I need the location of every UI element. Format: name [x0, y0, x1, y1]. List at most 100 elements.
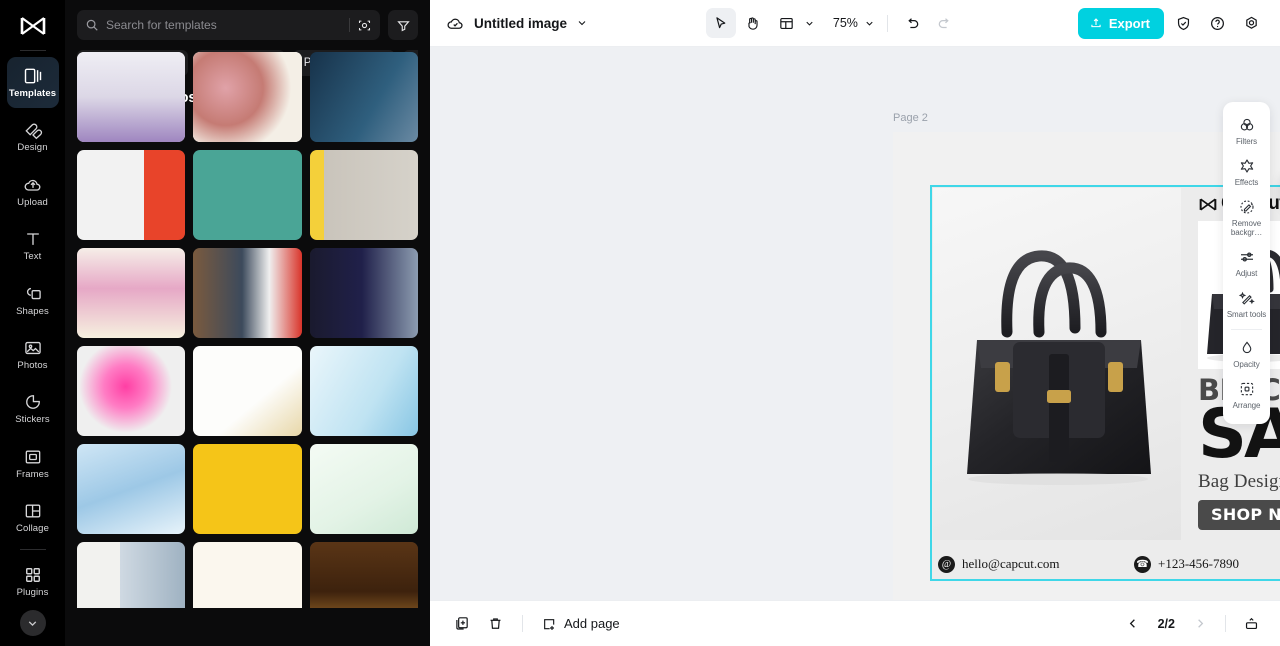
- left-rail: Templates Design Upload Text Shapes Phot…: [0, 0, 65, 646]
- sidebar-item-templates[interactable]: Templates: [6, 56, 59, 109]
- template-card[interactable]: [193, 346, 302, 436]
- template-card[interactable]: [77, 444, 186, 534]
- sidebar-item-design[interactable]: Design: [7, 111, 59, 162]
- image-search-icon[interactable]: [357, 18, 372, 33]
- search-input-wrap[interactable]: [77, 10, 380, 40]
- next-page-button[interactable]: [1185, 609, 1215, 639]
- tool-filters[interactable]: Filters: [1225, 110, 1268, 151]
- template-card[interactable]: [309, 542, 418, 608]
- templates-icon: [24, 68, 41, 84]
- layout-button-inner[interactable]: [772, 8, 802, 38]
- redo-icon: [939, 17, 950, 28]
- template-card[interactable]: [193, 542, 302, 608]
- template-card[interactable]: [77, 150, 186, 240]
- photos-icon: [24, 341, 41, 355]
- tool-effects[interactable]: Effects: [1225, 151, 1268, 192]
- chevron-left-icon: [1129, 619, 1135, 628]
- hand-icon: [748, 16, 759, 30]
- template-card[interactable]: [193, 150, 302, 240]
- opacity-drop-icon: [1242, 341, 1251, 354]
- template-card[interactable]: [193, 52, 302, 142]
- template-card[interactable]: [77, 52, 186, 142]
- toolbar-actions: Export: [1077, 7, 1266, 39]
- page-label: Page 2: [893, 112, 928, 124]
- sidebar-item-label: Frames: [16, 468, 49, 480]
- prev-page-button[interactable]: [1118, 609, 1148, 639]
- capcut-editor: Templates Design Upload Text Shapes Phot…: [0, 0, 1280, 646]
- chevron-down-icon[interactable]: [576, 17, 588, 29]
- delete-page-button[interactable]: [480, 609, 510, 639]
- sidebar-item-frames[interactable]: Frames: [7, 438, 59, 489]
- tool-smart-tools[interactable]: Smart tools: [1225, 283, 1268, 324]
- shield-check-icon: [1177, 16, 1189, 30]
- duplicate-page-button[interactable]: [446, 609, 476, 639]
- settings-button[interactable]: [1236, 8, 1266, 38]
- export-button[interactable]: Export: [1077, 7, 1164, 39]
- undo-button[interactable]: [898, 8, 928, 38]
- add-page-button[interactable]: Add page: [535, 616, 626, 632]
- sidebar-item-label: Text: [23, 251, 42, 263]
- tool-remove-background[interactable]: Remove backgr…: [1225, 192, 1268, 242]
- template-card[interactable]: [193, 444, 302, 534]
- contact-text: hello@capcut.com: [962, 556, 1060, 571]
- sidebar-item-collage[interactable]: Collage: [7, 492, 59, 543]
- template-card[interactable]: [77, 542, 186, 608]
- template-card[interactable]: [309, 346, 418, 436]
- canvas-area[interactable]: Page 2 SA Bag Desig SHOP N @ hello@capcu…: [430, 47, 1280, 600]
- email-icon: @: [938, 555, 955, 573]
- text-icon: [26, 233, 39, 245]
- tool-label: Adjust: [1235, 269, 1258, 278]
- undo-icon: [908, 17, 919, 28]
- zoom-control[interactable]: 75%: [827, 16, 877, 30]
- capcut-logo-icon[interactable]: [13, 8, 53, 44]
- search-input[interactable]: [106, 18, 342, 32]
- upload-cloud-icon: [24, 179, 40, 191]
- document-title[interactable]: Untitled image: [446, 14, 588, 33]
- template-card[interactable]: [77, 346, 186, 436]
- sidebar-item-text[interactable]: Text: [7, 220, 59, 271]
- main-area: Untitled image 75% Export Page 2 SA Bag …: [430, 0, 1280, 646]
- filter-button[interactable]: [388, 10, 418, 40]
- tool-arrange[interactable]: Arrange: [1225, 374, 1268, 415]
- tool-adjust[interactable]: Adjust: [1225, 242, 1268, 283]
- tool-label: Smart tools: [1226, 310, 1267, 319]
- zoom-level: 75%: [832, 16, 858, 30]
- contact-bar: @ hello@capcut.com ☎ +123-456-7890 ◉ www…: [930, 547, 1280, 581]
- select-tool-button[interactable]: [705, 8, 736, 38]
- layout-tool-button[interactable]: [770, 8, 817, 38]
- sidebar-item-stickers[interactable]: Stickers: [7, 383, 59, 434]
- redo-button[interactable]: [930, 8, 960, 38]
- sidebar-item-upload[interactable]: Upload: [7, 165, 59, 216]
- template-card[interactable]: [193, 248, 302, 338]
- hand-tool-button[interactable]: [738, 8, 768, 38]
- sidebar-item-photos[interactable]: Photos: [7, 329, 59, 380]
- frames-icon: [25, 450, 40, 464]
- template-grid: [65, 52, 430, 608]
- sidebar-item-label: Plugins: [16, 586, 49, 598]
- cta-button[interactable]: SHOP NOW: [1198, 500, 1280, 530]
- trash-icon: [490, 618, 500, 629]
- template-card[interactable]: [309, 248, 418, 338]
- sidebar-item-label: Upload: [17, 196, 48, 208]
- chevron-down-icon[interactable]: [19, 610, 46, 636]
- shield-button[interactable]: [1168, 8, 1198, 38]
- sidebar-item-label: Design: [17, 142, 48, 154]
- help-button[interactable]: [1202, 8, 1232, 38]
- tool-opacity[interactable]: Opacity: [1225, 333, 1268, 374]
- template-card[interactable]: [309, 150, 418, 240]
- template-card[interactable]: [77, 248, 186, 338]
- sidebar-item-plugins[interactable]: Plugins: [7, 556, 59, 607]
- chevron-down-icon: [806, 21, 813, 26]
- main-product-photo[interactable]: [933, 188, 1181, 540]
- template-card[interactable]: [309, 52, 418, 142]
- design-icon: [24, 123, 42, 140]
- artboard[interactable]: CapCut: [893, 132, 1280, 600]
- toolbar-divider: [886, 14, 888, 32]
- page-indicator: 2/2: [1157, 616, 1175, 631]
- sidebar-item-shapes[interactable]: Shapes: [7, 274, 59, 325]
- panel-divider: [1231, 329, 1262, 330]
- panel-toggle-button[interactable]: [1236, 609, 1266, 639]
- template-card[interactable]: [309, 444, 418, 534]
- export-label: Export: [1108, 15, 1150, 31]
- adjust-sliders-icon: [1240, 252, 1253, 262]
